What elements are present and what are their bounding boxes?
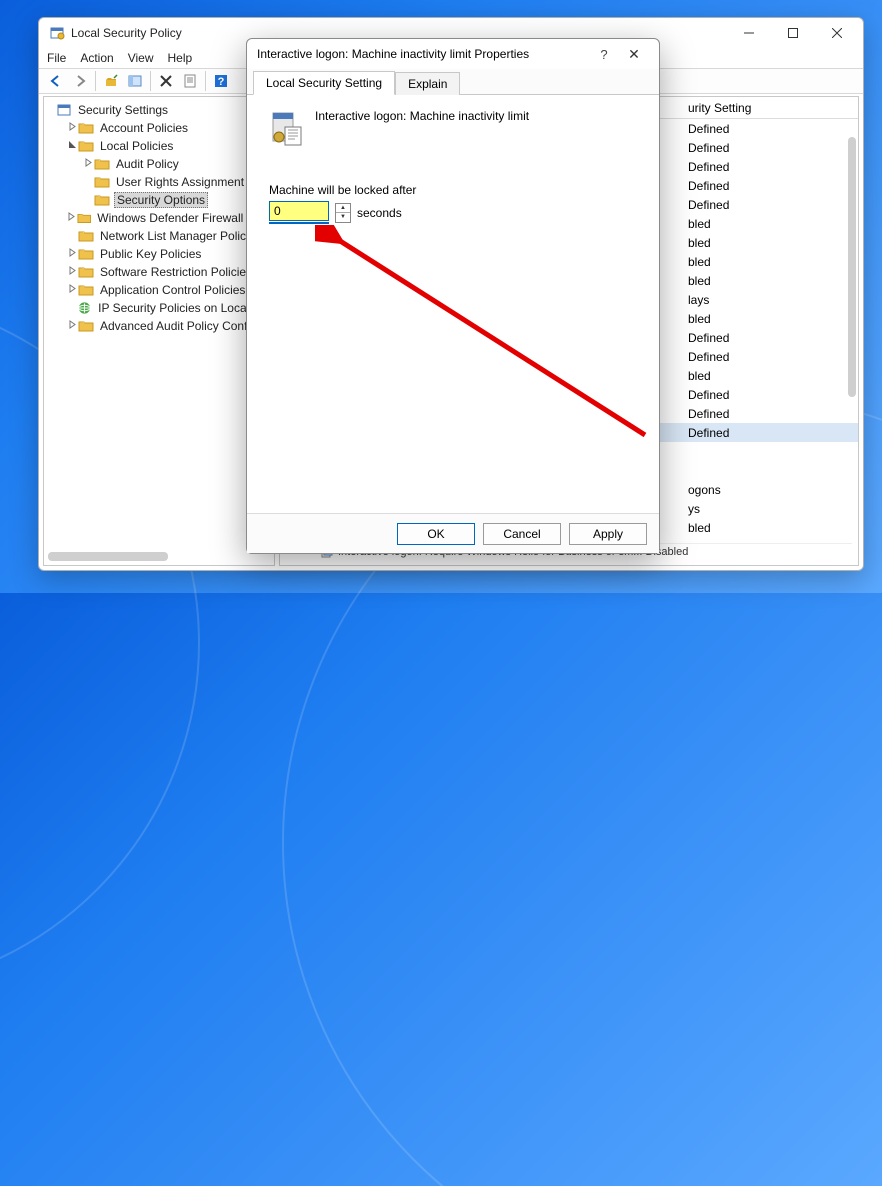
dialog-help-button[interactable]: ? — [589, 47, 619, 62]
vertical-scrollbar[interactable] — [848, 137, 856, 397]
apply-button[interactable]: Apply — [569, 523, 647, 545]
tree-item[interactable]: Security Options — [44, 191, 274, 209]
spin-up-icon[interactable]: ▲ — [336, 204, 350, 214]
up-button[interactable] — [100, 70, 122, 92]
help-button[interactable]: ? — [210, 70, 232, 92]
tree-item[interactable]: Network List Manager Policies — [44, 227, 274, 245]
unit-label: seconds — [357, 206, 402, 220]
show-hide-tree-button[interactable] — [124, 70, 146, 92]
spin-down-icon[interactable]: ▼ — [336, 213, 350, 222]
column-security-setting[interactable]: urity Setting — [680, 101, 759, 115]
spinner[interactable]: ▲ ▼ — [335, 203, 351, 223]
tree-item[interactable]: Public Key Policies — [44, 245, 274, 263]
properties-button[interactable] — [179, 70, 201, 92]
tree-item[interactable]: Software Restriction Policies — [44, 263, 274, 281]
tab-explain[interactable]: Explain — [395, 72, 460, 95]
maximize-button[interactable] — [771, 19, 815, 47]
tree-panel: Security SettingsAccount PoliciesLocal P… — [43, 96, 275, 566]
expand-icon[interactable] — [66, 140, 78, 152]
inactivity-seconds-input[interactable] — [269, 201, 329, 221]
properties-dialog: Interactive logon: Machine inactivity li… — [246, 38, 660, 554]
delete-button[interactable] — [155, 70, 177, 92]
dialog-close-button[interactable]: ✕ — [619, 46, 649, 63]
cancel-button[interactable]: Cancel — [483, 523, 561, 545]
dialog-titlebar[interactable]: Interactive logon: Machine inactivity li… — [247, 39, 659, 69]
svg-text:?: ? — [218, 76, 225, 88]
expand-icon[interactable] — [66, 248, 78, 260]
dialog-tabs: Local Security Setting Explain — [247, 69, 659, 95]
tree-item[interactable]: Windows Defender Firewall with — [44, 209, 274, 227]
menu-view[interactable]: View — [128, 51, 154, 65]
field-label: Machine will be locked after — [269, 183, 637, 197]
tree-item[interactable]: Audit Policy — [44, 155, 274, 173]
menu-action[interactable]: Action — [80, 51, 113, 65]
dialog-title: Interactive logon: Machine inactivity li… — [257, 47, 529, 61]
tree-item[interactable]: IP Security Policies on Local Co — [44, 299, 274, 317]
tree-item[interactable]: Account Policies — [44, 119, 274, 137]
tree-root[interactable]: Security Settings — [44, 101, 274, 119]
back-button[interactable] — [45, 70, 67, 92]
forward-button[interactable] — [69, 70, 91, 92]
close-button[interactable] — [815, 19, 859, 47]
expand-icon[interactable] — [66, 320, 78, 332]
tree-item[interactable]: Advanced Audit Policy Configu — [44, 317, 274, 335]
tree-item[interactable]: Application Control Policies — [44, 281, 274, 299]
horizontal-scrollbar[interactable] — [48, 552, 168, 561]
app-icon — [49, 25, 65, 41]
menu-help[interactable]: Help — [168, 51, 193, 65]
expand-icon[interactable] — [66, 266, 78, 278]
policy-icon — [269, 107, 303, 147]
policy-name: Interactive logon: Machine inactivity li… — [315, 107, 529, 123]
expand-icon[interactable] — [66, 212, 77, 224]
ok-button[interactable]: OK — [397, 523, 475, 545]
tree-item[interactable]: Local Policies — [44, 137, 274, 155]
minimize-button[interactable] — [727, 19, 771, 47]
tab-local-security-setting[interactable]: Local Security Setting — [253, 71, 395, 95]
expand-icon[interactable] — [66, 284, 78, 296]
expand-icon[interactable] — [82, 158, 94, 170]
expand-icon[interactable] — [66, 122, 78, 134]
tree-item[interactable]: User Rights Assignment — [44, 173, 274, 191]
menu-file[interactable]: File — [47, 51, 66, 65]
